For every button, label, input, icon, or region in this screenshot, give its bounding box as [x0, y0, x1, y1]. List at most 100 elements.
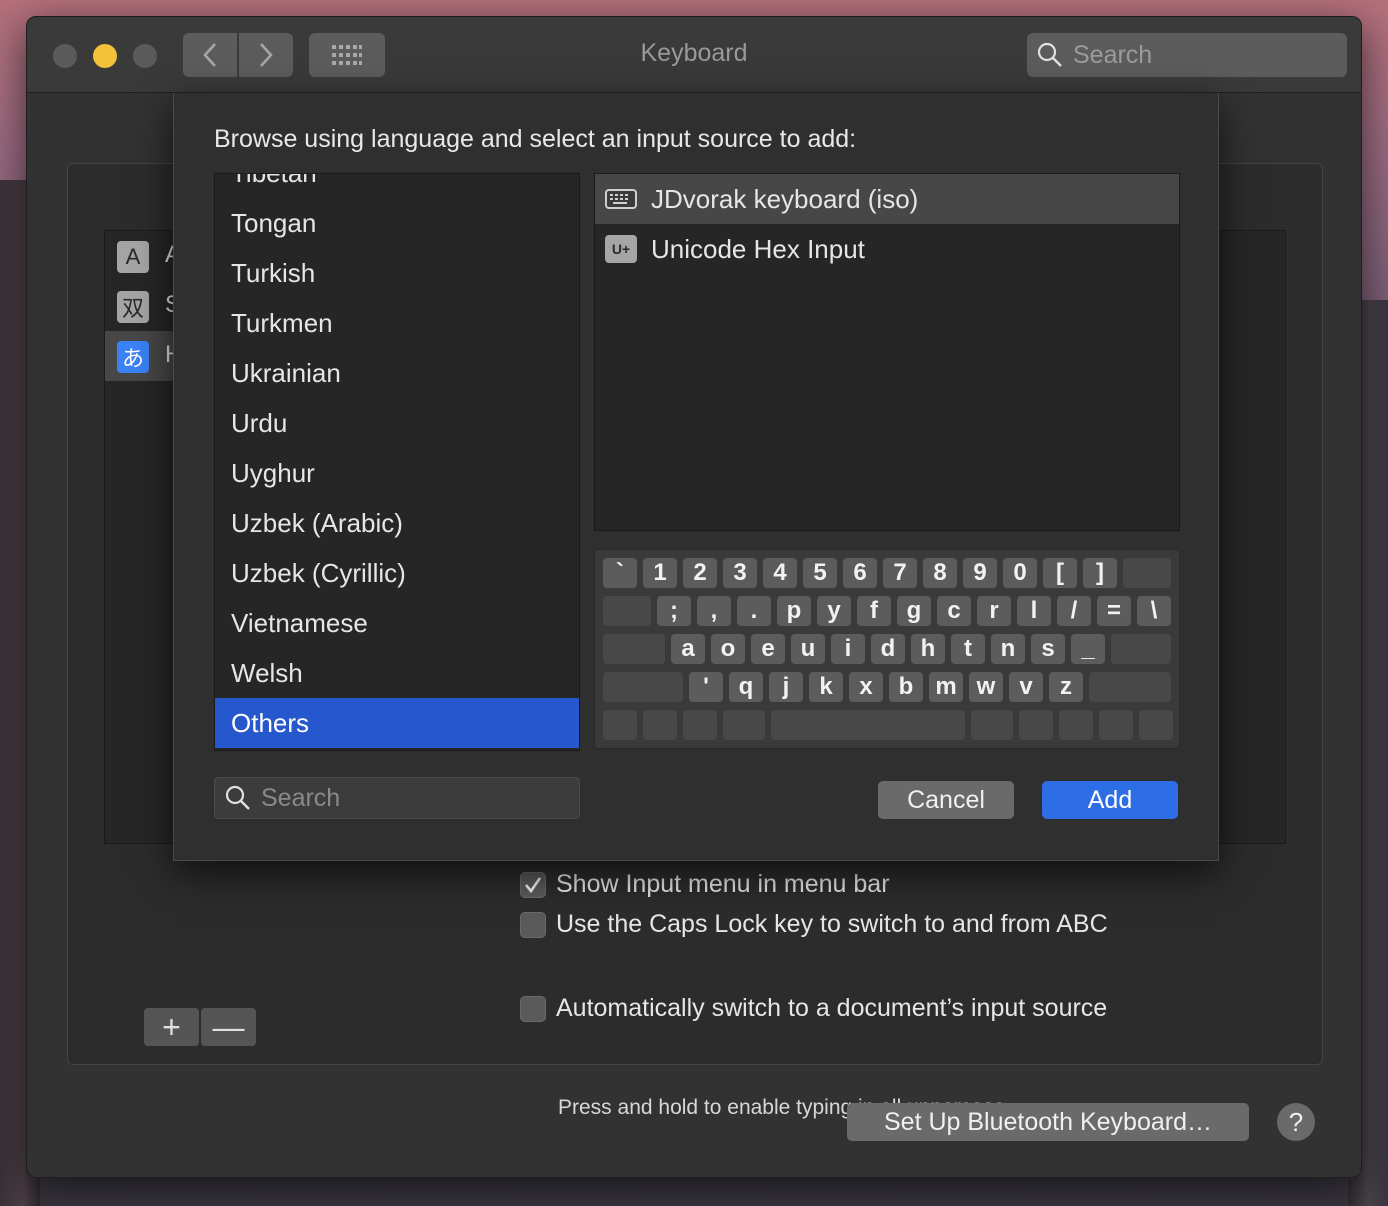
search-icon	[1037, 42, 1062, 67]
keyboard-key: 6	[843, 558, 877, 588]
language-item[interactable]: Turkish	[215, 248, 579, 298]
remove-source-button[interactable]: —	[201, 1008, 256, 1046]
keyboard-key: .	[737, 596, 771, 626]
add-button[interactable]: Add	[1042, 781, 1178, 819]
keyboard-key: y	[817, 596, 851, 626]
language-item[interactable]: Welsh	[215, 648, 579, 698]
checkbox-checked[interactable]	[520, 871, 546, 898]
keyboard-key-blank	[1111, 634, 1171, 664]
search-placeholder: Search	[1073, 40, 1153, 69]
input-source-options-list[interactable]: JDvorak keyboard (iso) U+ Unicode Hex In…	[594, 173, 1180, 531]
keyboard-key: o	[711, 634, 745, 664]
help-button[interactable]: ?	[1277, 1103, 1315, 1141]
input-source-icon: A	[117, 241, 149, 273]
checkbox[interactable]	[520, 911, 546, 938]
keyboard-key: 2	[683, 558, 717, 588]
add-source-button[interactable]: +	[144, 1008, 199, 1046]
input-source-icon: あ	[117, 341, 149, 373]
input-source-icon: 双	[117, 291, 149, 323]
language-list[interactable]: Tibetan Tongan Turkish Turkmen Ukrainian…	[214, 173, 580, 751]
option-caps-lock[interactable]: Use the Caps Lock key to switch to and f…	[520, 910, 1108, 939]
keyboard-key: h	[911, 634, 945, 664]
language-item[interactable]: Turkmen	[215, 298, 579, 348]
keyboard-key: t	[951, 634, 985, 664]
keyboard-key-blank	[643, 710, 677, 740]
keyboard-key: e	[751, 634, 785, 664]
option-label: Automatically switch to a document’s inp…	[556, 994, 1108, 1022]
keyboard-key: u	[791, 634, 825, 664]
bluetooth-keyboard-button[interactable]: Set Up Bluetooth Keyboard…	[847, 1103, 1249, 1141]
keyboard-key: f	[857, 596, 891, 626]
language-item[interactable]: Uzbek (Cyrillic)	[215, 548, 579, 598]
preferences-search-field[interactable]: Search	[1027, 33, 1347, 77]
keyboard-key: l	[1017, 596, 1051, 626]
keyboard-key-blank	[603, 596, 651, 626]
keyboard-key-blank	[971, 710, 1013, 740]
sheet-prompt: Browse using language and select an inpu…	[214, 125, 857, 153]
keyboard-key: [	[1043, 558, 1077, 588]
checkbox[interactable]	[520, 995, 546, 1022]
keyboard-key: j	[769, 672, 803, 702]
language-search-field[interactable]: Search	[214, 777, 580, 819]
language-item[interactable]: Uzbek (Arabic)	[215, 498, 579, 548]
input-source-row[interactable]: A A	[105, 231, 181, 281]
option-show-input-menu[interactable]: Show Input menu in menu bar	[520, 870, 890, 899]
keyboard-key: z	[1049, 672, 1083, 702]
keyboard-key-blank	[603, 634, 665, 664]
keyboard-key: ]	[1083, 558, 1117, 588]
keyboard-key: c	[937, 596, 971, 626]
keyboard-key: 7	[883, 558, 917, 588]
input-source-row[interactable]: 双 S	[105, 281, 181, 331]
keyboard-key: w	[969, 672, 1003, 702]
language-item[interactable]: Ukrainian	[215, 348, 579, 398]
keyboard-layout-preview: ` 1 2 3 4 5 6 7 8 9 0[];,. p y f g c r l / = \ a o e u i d h t n s _ ' q j…	[594, 549, 1180, 749]
keyboard-key: `	[603, 558, 637, 588]
keyboard-key: 9	[963, 558, 997, 588]
keyboard-key-blank	[1123, 558, 1171, 588]
keyboard-key: ,	[697, 596, 731, 626]
keyboard-key: d	[871, 634, 905, 664]
keyboard-key: 5	[803, 558, 837, 588]
keyboard-key: g	[897, 596, 931, 626]
add-remove-buttons: + —	[144, 1008, 256, 1048]
keyboard-key: =	[1097, 596, 1131, 626]
search-icon	[225, 785, 250, 810]
language-item[interactable]: Tongan	[215, 198, 579, 248]
keyboard-key-blank	[1059, 710, 1093, 740]
keyboard-key: 3	[723, 558, 757, 588]
keyboard-key: x	[849, 672, 883, 702]
keyboard-key: \	[1137, 596, 1171, 626]
keyboard-key: ;	[657, 596, 691, 626]
keyboard-key: 0	[1003, 558, 1037, 588]
keyboard-key: i	[831, 634, 865, 664]
keyboard-preferences-window: Keyboard Search A A 双 S あ H + —	[26, 16, 1362, 1178]
keyboard-key: m	[929, 672, 963, 702]
keyboard-icon	[605, 189, 637, 209]
keyboard-key: 4	[763, 558, 797, 588]
input-source-row-selected[interactable]: あ H	[105, 331, 182, 381]
keyboard-key-blank	[603, 672, 683, 702]
keyboard-key: '	[689, 672, 723, 702]
search-placeholder: Search	[261, 783, 341, 812]
keyboard-key: k	[809, 672, 843, 702]
language-item[interactable]: Tibetan	[215, 174, 579, 198]
language-item-selected[interactable]: Others	[215, 698, 579, 748]
keyboard-key: r	[977, 596, 1011, 626]
language-item[interactable]: Vietnamese	[215, 598, 579, 648]
keyboard-key: 1	[643, 558, 677, 588]
cancel-button[interactable]: Cancel	[878, 781, 1014, 819]
keyboard-key: b	[889, 672, 923, 702]
keyboard-key-blank	[1019, 710, 1053, 740]
option-auto-switch[interactable]: Automatically switch to a document’s inp…	[520, 994, 1107, 1023]
keyboard-key: 8	[923, 558, 957, 588]
keyboard-key: s	[1031, 634, 1065, 664]
unicode-hex-icon: U+	[605, 235, 637, 263]
input-source-option[interactable]: U+ Unicode Hex Input	[595, 224, 1179, 274]
language-item[interactable]: Uyghur	[215, 448, 579, 498]
keyboard-key-blank	[683, 710, 717, 740]
keyboard-key-blank	[1099, 710, 1133, 740]
input-source-option-selected[interactable]: JDvorak keyboard (iso)	[595, 174, 1179, 224]
language-item[interactable]: Urdu	[215, 398, 579, 448]
keyboard-key: n	[991, 634, 1025, 664]
keyboard-key: p	[777, 596, 811, 626]
